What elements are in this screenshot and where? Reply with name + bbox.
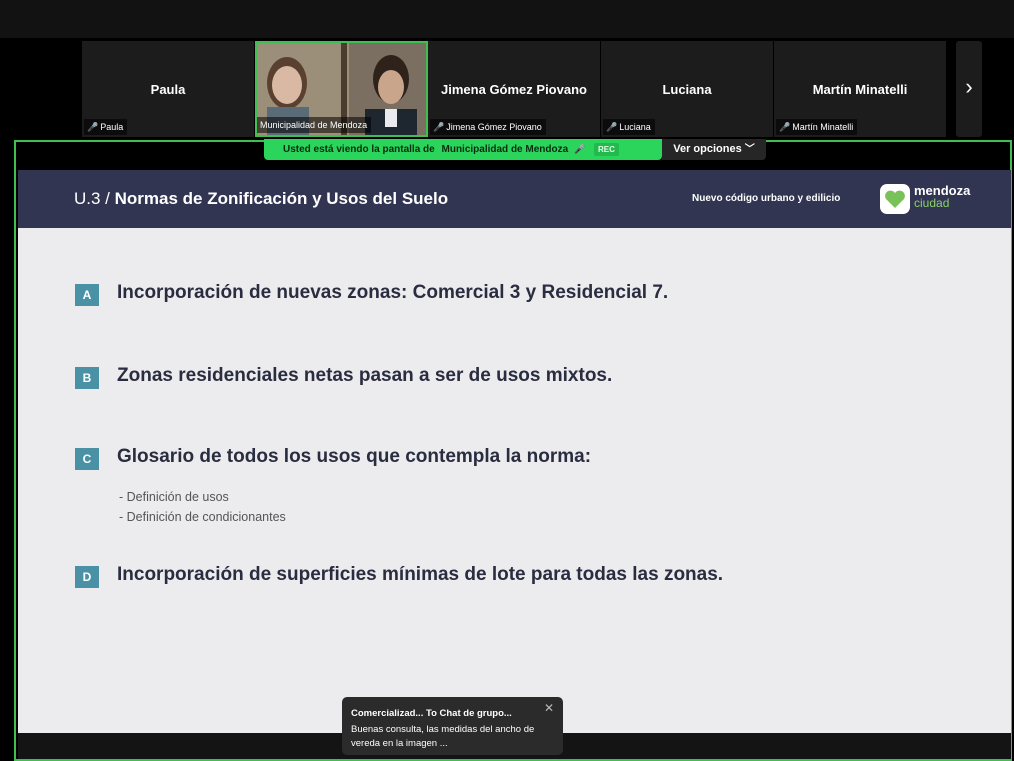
item-c-subitems: - Definición de usos - Definición de con… (119, 487, 286, 527)
participant-name: Luciana (662, 82, 712, 97)
item-badge: C (75, 448, 99, 470)
participant-label: 🎤 Jimena Gómez Piovano (430, 119, 546, 135)
item-badge: B (75, 367, 99, 389)
mic-muted-icon: 🎤 (779, 122, 791, 132)
participant-tile-luciana[interactable]: Luciana 🎤 Luciana (601, 41, 773, 137)
slide-subtitle: Nuevo código urbano y edilicio (692, 193, 841, 204)
chat-notification-title: Comercializad... To Chat de grupo... (351, 708, 512, 719)
view-options-button[interactable]: Ver opciones ﹀ (662, 139, 766, 160)
item-text: Zonas residenciales netas pasan a ser de… (117, 365, 613, 386)
mic-muted-icon: 🎤 (433, 122, 445, 132)
participant-name: Paula (150, 82, 186, 97)
item-badge: A (75, 284, 99, 306)
item-text: Incorporación de nuevas zonas: Comercial… (117, 282, 669, 303)
top-bar (0, 0, 1014, 38)
share-banner: Usted está viendo la pantalla de Municip… (264, 139, 662, 160)
slide-header: U.3 / Normas de Zonificación y Usos del … (18, 170, 1011, 228)
subitem: - Definición de condicionantes (119, 510, 286, 524)
chevron-down-icon: ﹀ (744, 144, 755, 155)
chat-notification-message: Buenas consulta, las medidas del ancho d… (351, 724, 535, 749)
item-text: Glosario de todos los usos que contempla… (117, 446, 592, 467)
mic-muted-icon: 🎤 (606, 122, 618, 132)
item-badge: D (75, 566, 99, 588)
presentation-slide: U.3 / Normas de Zonificación y Usos del … (18, 170, 1011, 733)
participant-tile-municipalidad[interactable]: Municipalidad de Mendoza (255, 41, 428, 137)
participant-name: Jimena Gómez Piovano (441, 82, 587, 97)
chat-notification[interactable]: Comercializad... To Chat de grupo... Bue… (342, 697, 563, 755)
participant-label: 🎤 Paula (84, 119, 128, 135)
slide-title: U.3 / Normas de Zonificación y Usos del … (74, 189, 449, 208)
mendoza-logo: mendoza ciudad (880, 183, 972, 215)
next-participants-button[interactable]: › (956, 41, 982, 137)
participant-label: 🎤 Luciana (603, 119, 655, 135)
participant-tile-martin[interactable]: Martín Minatelli 🎤 Martín Minatelli (774, 41, 946, 137)
share-banner-text: Usted está viendo la pantalla de (283, 144, 435, 155)
rec-badge: REC (593, 143, 619, 156)
mic-muted-icon: 🎤 (573, 144, 586, 154)
mic-muted-icon: 🎤 (87, 122, 99, 132)
participant-tile-paula[interactable]: Paula 🎤 Paula (82, 41, 254, 137)
participant-label: 🎤 Martín Minatelli (776, 119, 858, 135)
close-icon[interactable]: ✕ (544, 701, 554, 715)
heart-logo-icon (880, 184, 910, 214)
participant-tile-jimena[interactable]: Jimena Gómez Piovano 🎤 Jimena Gómez Piova… (428, 41, 600, 137)
presenter-name: Municipalidad de Mendoza (441, 144, 569, 155)
subitem: - Definición de usos (119, 490, 229, 504)
participant-label: Municipalidad de Mendoza (257, 117, 372, 133)
participant-name: Martín Minatelli (812, 82, 908, 97)
item-text: Incorporación de superficies mínimas de … (117, 564, 724, 585)
chevron-right-icon: › (965, 74, 973, 99)
